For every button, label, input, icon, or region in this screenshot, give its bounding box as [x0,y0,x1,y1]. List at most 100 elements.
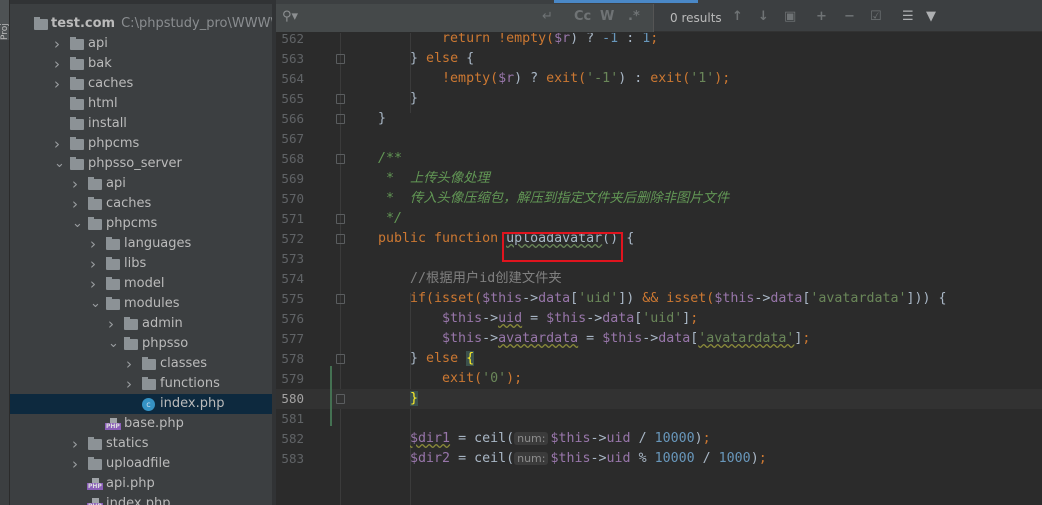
fold-marker-icon[interactable] [336,294,345,304]
fold-marker-icon[interactable] [336,94,345,104]
chevron-right-icon[interactable]: › [72,194,82,214]
tree-item[interactable]: › libs [10,254,272,274]
fold-marker-icon[interactable] [336,354,345,364]
chevron-right-icon[interactable]: › [54,134,64,154]
regex-toggle[interactable]: .* [628,9,640,24]
code-line[interactable]: 567 [276,129,1042,149]
fold-marker-icon[interactable] [336,394,345,404]
tree-item[interactable]: api.php [10,474,272,494]
words-toggle[interactable]: W [600,9,614,24]
tree-item[interactable]: install [10,114,272,134]
line-number[interactable]: 568 [276,149,304,169]
chevron-right-icon[interactable]: › [54,34,64,54]
code-line[interactable]: 562 return !empty($r) ? -1 : 1; [276,33,1042,49]
fold-marker-icon[interactable] [336,114,345,124]
fold-marker-icon[interactable] [336,214,345,224]
code-line[interactable]: 565 } [276,89,1042,109]
line-number[interactable]: 581 [276,409,304,429]
code-line[interactable]: 582 $dir1 = ceil(num: $this->uid / 10000)… [276,429,1042,449]
chevron-right-icon[interactable]: › [54,74,64,94]
line-number[interactable]: 578 [276,349,304,369]
filter-icon[interactable]: ▼ [926,9,936,24]
chevron-down-icon[interactable]: ⌄ [90,294,101,314]
tree-item[interactable]: › statics [10,434,272,454]
line-number[interactable]: 573 [276,249,304,269]
line-number[interactable]: 577 [276,329,304,349]
line-number[interactable]: 583 [276,449,304,469]
code-line[interactable]: 575 if(isset($this->data['uid']) && isse… [276,289,1042,309]
code-line[interactable]: 578 } else { [276,349,1042,369]
line-number[interactable]: 567 [276,129,304,149]
tree-item[interactable]: › admin [10,314,272,334]
chevron-right-icon[interactable]: › [54,54,64,74]
line-number[interactable]: 575 [276,289,304,309]
chevron-down-icon[interactable]: ⌄ [108,334,119,354]
tree-item[interactable]: › caches [10,194,272,214]
tree-item[interactable]: base.php [10,414,272,434]
chevron-right-icon[interactable]: › [126,374,136,394]
line-number[interactable]: 582 [276,429,304,449]
code-line[interactable]: 573 [276,249,1042,269]
code-line[interactable]: 570 * 传入头像压缩包，解压到指定文件夹后删除非图片文件 [276,189,1042,209]
chevron-right-icon[interactable]: › [90,274,100,294]
chevron-right-icon[interactable]: › [108,314,118,334]
line-number[interactable]: 580 [276,389,304,409]
select-all-occurrences-icon[interactable]: ☑ [870,9,882,24]
chevron-right-icon[interactable]: › [90,254,100,274]
chevron-down-icon[interactable]: ⌄ [72,214,83,234]
select-all-icon[interactable]: ▣ [784,9,796,24]
project-tool-tab[interactable]: Proj [0,0,9,40]
code-line[interactable]: 581 [276,409,1042,429]
tree-item[interactable]: › api [10,34,272,54]
code-line[interactable]: 563 } else { [276,49,1042,69]
tree-item[interactable]: ⌄ phpcms [10,214,272,234]
match-case-toggle[interactable]: Cc [574,9,591,24]
tree-item[interactable]: › phpcms [10,134,272,154]
code-line[interactable]: 571 */ [276,209,1042,229]
chevron-right-icon[interactable]: › [72,174,82,194]
line-number[interactable]: 565 [276,89,304,109]
line-number[interactable]: 572 [276,229,304,249]
tree-item[interactable]: › bak [10,54,272,74]
search-input[interactable]: ⚲▾ ↵ Cc W .* [276,4,654,32]
code-line[interactable]: 566} [276,109,1042,129]
new-line-icon[interactable]: ↵ [542,9,553,24]
line-number[interactable]: 562 [276,33,304,49]
code-line[interactable]: 564 !empty($r) ? exit('-1') : exit('1'); [276,69,1042,89]
remove-selection-icon[interactable]: − [844,9,855,24]
add-selection-icon[interactable]: + [816,9,827,24]
line-number[interactable]: 566 [276,109,304,129]
code-line[interactable]: 580 } [276,389,1042,409]
fold-marker-icon[interactable] [336,234,345,244]
line-number[interactable]: 564 [276,69,304,89]
tree-item[interactable]: ⌄ phpsso_server [10,154,272,174]
code-line[interactable]: 576 $this->uid = $this->data['uid']; [276,309,1042,329]
tree-item[interactable]: › caches [10,74,272,94]
chevron-right-icon[interactable]: › [90,234,100,254]
code-editor[interactable]: 562 return !empty($r) ? -1 : 1; 563 } els… [276,33,1042,505]
chevron-right-icon[interactable]: › [72,454,82,474]
tree-item[interactable]: › uploadfile [10,454,272,474]
code-line[interactable]: 577 $this->avatardata = $this->data['ava… [276,329,1042,349]
line-number[interactable]: 570 [276,189,304,209]
tree-item[interactable]: › api [10,174,272,194]
arrow-up-icon[interactable]: ↑ [732,9,743,24]
fold-marker-icon[interactable] [336,154,345,164]
code-line[interactable]: 568 /** [276,149,1042,169]
fold-marker-icon[interactable] [336,54,345,64]
tree-item[interactable]: › languages [10,234,272,254]
chevron-right-icon[interactable]: › [126,354,136,374]
code-line[interactable]: 579 exit('0'); [276,369,1042,389]
search-icon[interactable]: ⚲▾ [282,9,298,24]
line-number[interactable]: 571 [276,209,304,229]
code-line[interactable]: 574 //根据用户id创建文件夹 [276,269,1042,289]
tree-root[interactable]: ⌄ test.comC:\phpstudy_pro\WWW\test. [10,14,272,34]
chevron-down-icon[interactable]: ⌄ [54,154,65,174]
line-number[interactable]: 569 [276,169,304,189]
filter-options-icon[interactable]: ☰ [902,9,914,24]
tree-item[interactable]: › model [10,274,272,294]
tree-item[interactable]: index.php [10,494,272,505]
tree-item[interactable]: html [10,94,272,114]
code-line[interactable]: 583 $dir2 = ceil(num: $this->uid % 10000 … [276,449,1042,469]
tree-item[interactable]: ⌄ modules [10,294,272,314]
